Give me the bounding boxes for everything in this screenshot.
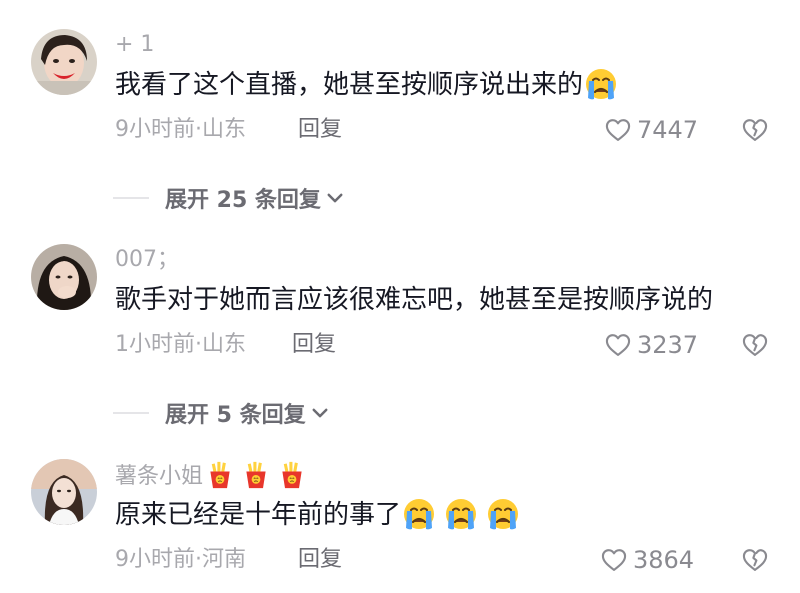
divider — [113, 412, 149, 414]
crying-face-icon — [403, 498, 435, 539]
broken-heart-icon — [741, 116, 769, 144]
avatar[interactable] — [31, 459, 97, 525]
crying-face-icon — [487, 498, 519, 539]
reply-button[interactable]: 回复 — [298, 116, 342, 144]
reply-button[interactable]: 回复 — [292, 331, 336, 359]
divider — [113, 197, 149, 199]
fries-icon — [242, 461, 270, 497]
comment-meta: 9小时前·河南 — [115, 547, 247, 572]
comment-username[interactable]: 薯条小姐 — [115, 461, 306, 497]
comment-meta: 1小时前·山东 — [115, 332, 247, 357]
like-count: 7447 — [637, 116, 699, 144]
comment-username[interactable]: 007； — [115, 246, 179, 274]
crying-face-icon — [445, 498, 477, 539]
comment-item: + 1 我看了这个直播，她甚至按顺序说出来的 9小时前·山东 回复 7447 — [0, 0, 800, 160]
like-button[interactable]: 3864 — [600, 546, 694, 574]
comment-meta: 9小时前·山东 — [115, 117, 247, 142]
like-count: 3864 — [633, 546, 695, 574]
heart-icon — [604, 331, 632, 359]
dislike-button[interactable] — [741, 116, 769, 148]
comment-text: 我看了这个直播，她甚至按顺序说出来的 — [115, 68, 617, 109]
expand-replies-button[interactable]: 展开 25 条回复 — [113, 182, 345, 214]
expand-replies-button[interactable]: 展开 5 条回复 — [113, 397, 330, 429]
comment-text: 原来已经是十年前的事了 — [115, 498, 519, 539]
chevron-down-icon — [310, 403, 330, 423]
fries-icon — [278, 461, 306, 497]
broken-heart-icon — [741, 331, 769, 359]
dislike-button[interactable] — [741, 331, 769, 363]
chevron-down-icon — [325, 188, 345, 208]
avatar[interactable] — [31, 244, 97, 310]
comment-text: 歌手对于她而言应该很难忘吧，她甚至是按顺序说的 — [115, 285, 714, 315]
dislike-button[interactable] — [741, 546, 769, 578]
like-count: 3237 — [637, 331, 699, 359]
comment-username[interactable]: + 1 — [115, 31, 154, 59]
reply-button[interactable]: 回复 — [298, 546, 342, 574]
heart-icon — [604, 116, 632, 144]
fries-icon — [206, 461, 234, 497]
broken-heart-icon — [741, 546, 769, 574]
like-button[interactable]: 3237 — [604, 331, 698, 359]
heart-icon — [600, 546, 628, 574]
crying-face-icon — [585, 68, 617, 109]
avatar[interactable] — [31, 29, 97, 95]
like-button[interactable]: 7447 — [604, 116, 698, 144]
